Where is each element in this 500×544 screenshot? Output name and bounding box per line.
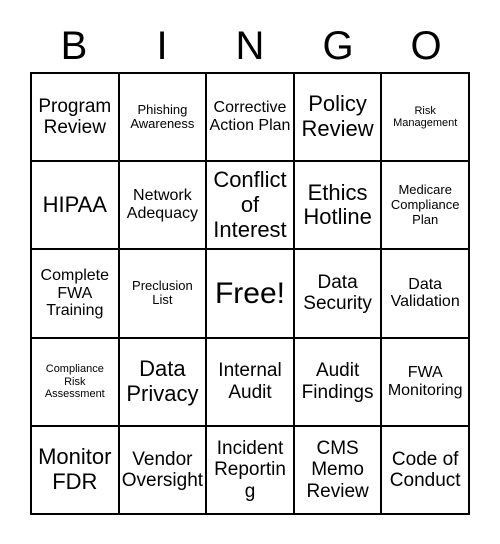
bingo-cell[interactable]: Phishing Awareness [119,74,208,163]
bingo-cell[interactable]: Vendor Oversight [119,426,208,515]
bingo-cell-label: Corrective Action Plan [209,99,291,135]
bingo-cell[interactable]: Data Security [294,250,383,339]
bingo-cell[interactable]: CMS Memo Review [294,426,383,515]
bingo-cell[interactable]: Ethics Hotline [294,162,383,251]
bingo-cell-label: Data Security [303,272,372,315]
bingo-header-letter-i: I [156,24,168,68]
bingo-free-space[interactable]: Free! [207,250,295,339]
bingo-cell-label: Incident Reporting [214,437,286,502]
bingo-cell[interactable]: Network Adequacy [119,162,208,251]
bingo-cell-label: Medicare Compliance Plan [390,182,460,227]
bingo-cell-label: Phishing Awareness [130,101,195,132]
bingo-cell-label: Compliance Risk Assessment [44,363,105,400]
bingo-header: B I N G O [30,20,470,72]
bingo-cell-label: Preclusion List [132,277,193,308]
bingo-header-letter-g: G [322,24,354,68]
bingo-header-letter-o: O [410,24,442,68]
bingo-cell[interactable]: Compliance Risk Assessment [32,338,120,427]
bingo-cell-label: Code of Conduct [389,448,461,491]
bingo-header-letter-b: B [60,24,88,68]
bingo-cell[interactable]: Incident Reporting [207,426,295,515]
bingo-cell-label: Risk Management [393,104,458,130]
bingo-cell[interactable]: Policy Review [294,74,383,163]
bingo-cell-label: HIPAA [42,191,107,217]
bingo-cell-label: Conflict of Interest [213,167,287,242]
bingo-cell[interactable]: Monitor FDR [32,426,120,515]
bingo-cell-label: Vendor Oversight [121,448,204,491]
bingo-card: B I N G O Program Review Phishing Awarene… [0,0,500,544]
bingo-cell[interactable]: Audit Findings [294,338,383,427]
bingo-cell[interactable]: Data Privacy [119,338,208,427]
bingo-cell-label: Network Adequacy [126,187,198,223]
bingo-cell[interactable]: Risk Management [382,74,470,163]
bingo-cell-label: Monitor FDR [38,444,112,494]
bingo-cell-label: Complete FWA Training [40,266,110,320]
bingo-cell-label: Internal Audit [218,360,282,403]
bingo-cell-label: Ethics Hotline [303,179,372,230]
bingo-cell-label: Data Privacy [126,356,199,406]
bingo-cell[interactable]: Program Review [32,74,120,163]
bingo-cell[interactable]: Code of Conduct [382,426,470,515]
bingo-cell-label: CMS Memo Review [306,437,369,502]
bingo-cell-label: Data Validation [390,275,460,311]
bingo-grid: Program Review Phishing Awareness Correcti… [30,72,470,515]
bingo-cell-label: FWA Monitoring [387,363,463,399]
bingo-cell[interactable]: Data Validation [382,250,470,339]
bingo-cell[interactable]: FWA Monitoring [382,338,470,427]
bingo-cell-label: Free! [214,276,285,310]
bingo-cell[interactable]: Conflict of Interest [207,162,295,251]
bingo-header-letter-n: N [235,24,265,68]
bingo-cell[interactable]: Preclusion List [119,250,208,339]
bingo-cell[interactable]: Medicare Compliance Plan [382,162,470,251]
bingo-cell[interactable]: Complete FWA Training [32,250,120,339]
bingo-cell[interactable]: HIPAA [32,162,120,251]
bingo-cell-label: Policy Review [301,91,374,142]
bingo-cell-label: Audit Findings [301,360,374,403]
bingo-cell[interactable]: Corrective Action Plan [207,74,295,163]
bingo-cell[interactable]: Internal Audit [207,338,295,427]
bingo-cell-label: Program Review [38,95,112,139]
